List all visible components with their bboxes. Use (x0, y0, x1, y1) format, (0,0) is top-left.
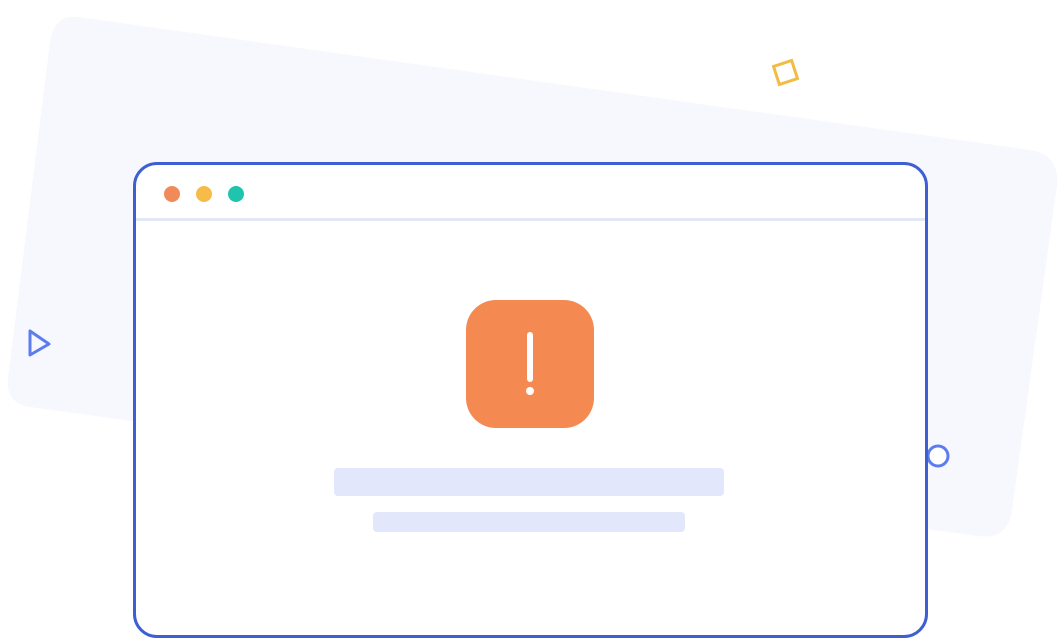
placeholder-subtitle-line (373, 512, 685, 532)
circle-outline-icon (926, 444, 950, 468)
maximize-control-dot (228, 186, 244, 202)
exclamation-mark-icon (526, 332, 534, 395)
placeholder-title-line (334, 468, 724, 496)
close-control-dot (164, 186, 180, 202)
browser-window (133, 162, 928, 638)
alert-exclamation-icon (466, 300, 594, 428)
square-outline-icon (771, 58, 800, 87)
minimize-control-dot (196, 186, 212, 202)
error-illustration (0, 0, 1061, 638)
window-titlebar (136, 165, 925, 221)
